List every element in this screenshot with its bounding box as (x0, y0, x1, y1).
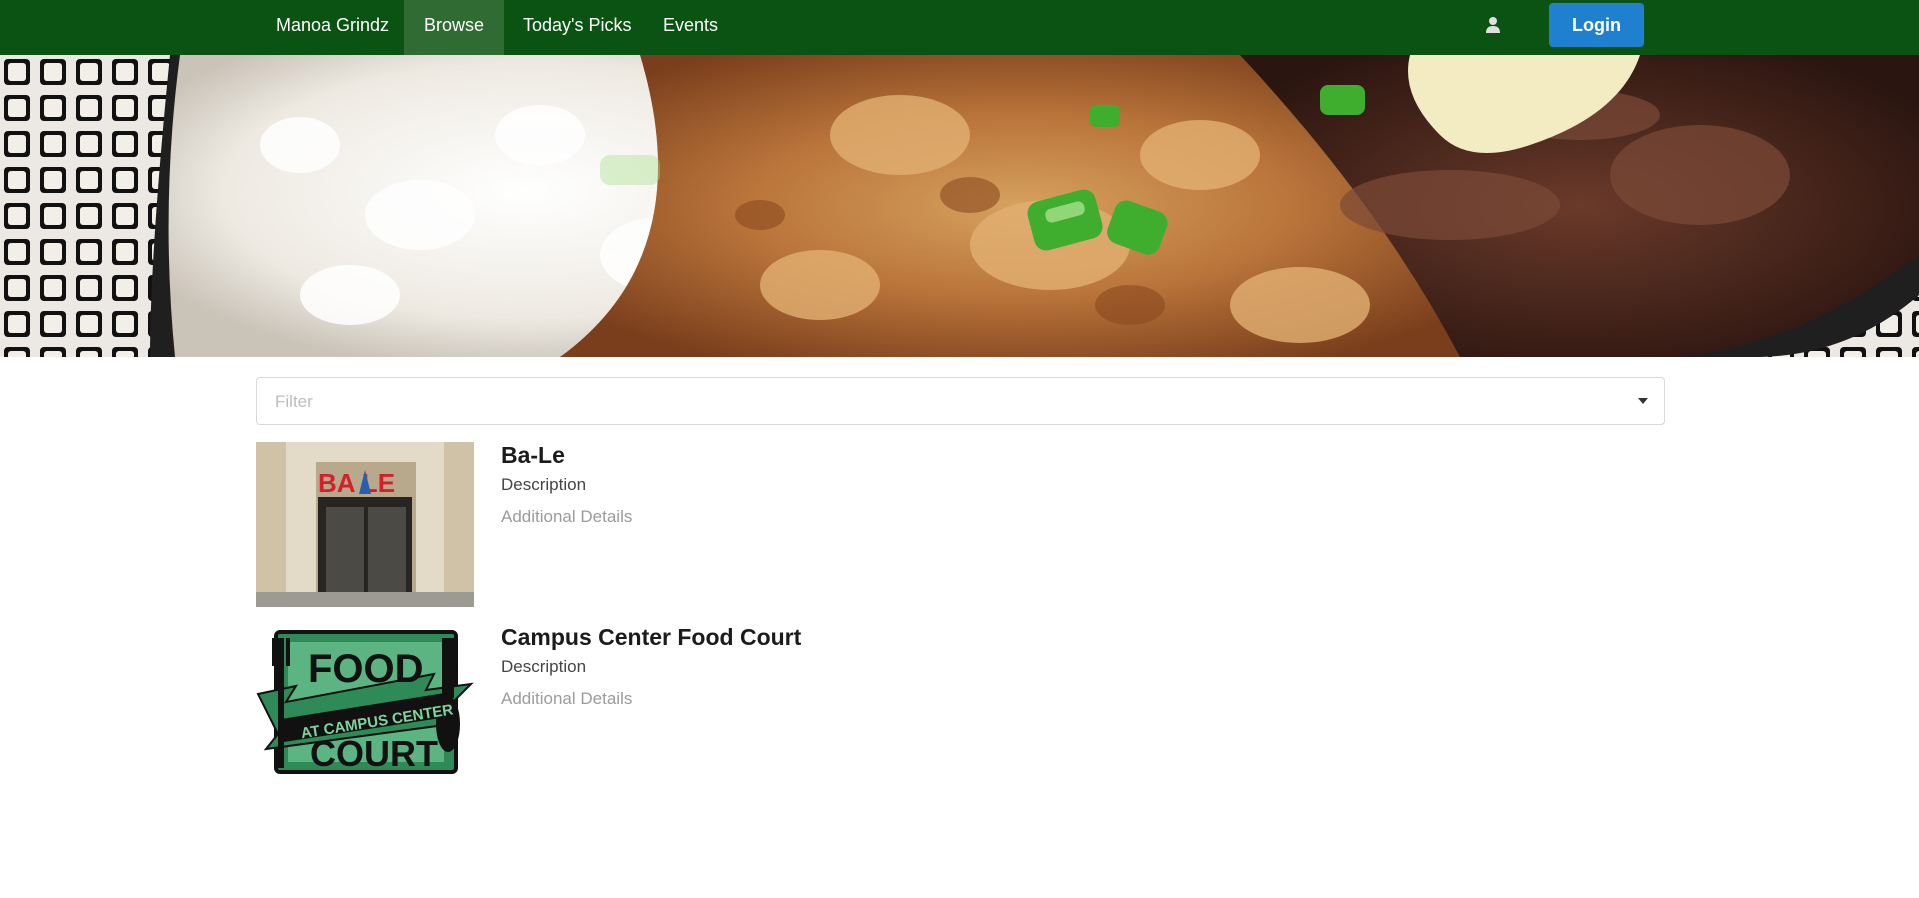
brand-link[interactable]: Manoa Grindz (256, 0, 409, 55)
list-item: BA LE Ba-Le Description Additional Detai… (256, 442, 1665, 607)
list-item: FOOD COURT AT CAMPUS CENTER Campus Cente… (256, 624, 1665, 789)
ba-le-logo-text: BA LE (318, 468, 395, 498)
nav-browse[interactable]: Browse (404, 0, 505, 55)
user-icon[interactable] (1483, 15, 1503, 35)
vendor-description: Description (501, 475, 587, 494)
filter-dropdown[interactable]: Filter (256, 377, 1665, 425)
vendor-name[interactable]: Ba-Le (501, 442, 565, 469)
filter-placeholder: Filter (275, 392, 313, 411)
login-button[interactable]: Login (1549, 3, 1644, 47)
vendor-description: Description (501, 657, 587, 676)
ba-le-image[interactable]: BA LE (256, 442, 474, 607)
vendor-name[interactable]: Campus Center Food Court (501, 624, 801, 651)
food-court-logo[interactable]: FOOD COURT AT CAMPUS CENTER (256, 624, 474, 789)
vendor-details: Additional Details (501, 507, 633, 526)
banner-image (0, 55, 1919, 357)
chevron-down-icon (1638, 398, 1648, 404)
food-court-logo-top: FOOD (308, 647, 424, 691)
nav-events[interactable]: Events (643, 0, 738, 55)
top-navbar: Manoa Grindz Browse Today's Picks Events… (0, 0, 1919, 55)
food-plate-photo (0, 55, 1919, 357)
nav-todays-picks[interactable]: Today's Picks (503, 0, 651, 55)
food-court-logo-bottom: COURT (310, 733, 438, 774)
vendor-details: Additional Details (501, 689, 633, 708)
